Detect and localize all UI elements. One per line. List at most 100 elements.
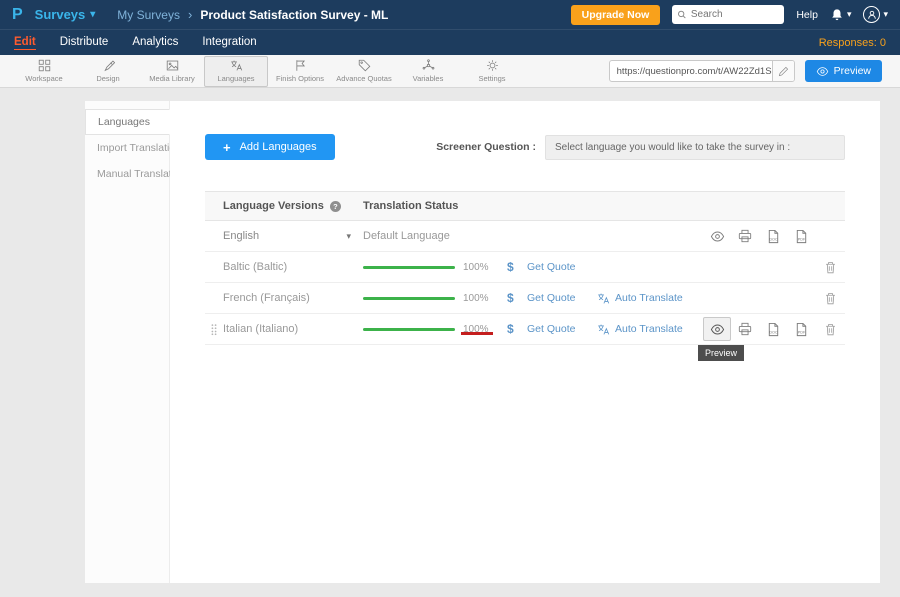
help-link[interactable]: Help [796,9,818,21]
tab-edit[interactable]: Edit [14,36,36,50]
export-doc-button[interactable]: DOC [759,317,787,341]
default-language-select[interactable]: English ▾ [223,230,351,242]
delete-language-button[interactable] [815,292,845,305]
printer-icon [738,229,752,243]
toolbar-item-media-library[interactable]: Media Library [140,56,204,87]
account-menu[interactable]: ▾ [863,6,888,23]
languages-sidebar: Languages Import Translations Manual Tra… [85,101,170,583]
translate-icon [597,323,610,336]
print-language-button[interactable] [731,317,759,341]
toolbar-item-finish-options[interactable]: Finish Options [268,56,332,87]
dollar-icon[interactable]: $ [507,260,514,274]
doc-file-icon: DOC [766,322,781,337]
drag-handle[interactable] [205,323,223,336]
chevron-down-icon: ▾ [883,9,888,20]
breadcrumb-my-surveys[interactable]: My Surveys [117,8,180,22]
svg-text:PDF: PDF [797,237,805,241]
sidebar-item-manual-translations[interactable]: Manual Translations [85,161,169,187]
delete-language-button[interactable] [815,261,845,274]
responses-count[interactable]: Responses: 0 [819,37,886,49]
delete-language-button[interactable] [815,323,845,336]
plus-icon: + [223,140,231,155]
chevron-down-icon: ▾ [346,231,351,242]
languages-panel: + Add Languages Screener Question : Sele… [170,101,880,583]
advance-quotas-icon [358,59,371,72]
print-language-button[interactable] [731,224,759,248]
toolbar-item-languages[interactable]: Languages [204,56,268,87]
person-icon [866,9,878,21]
surveys-menu[interactable]: Surveys ▾ [35,7,96,22]
edit-url-button[interactable] [772,61,794,81]
printer-icon [738,322,752,336]
notifications-button[interactable]: ▾ [830,8,852,22]
toolbar-item-design[interactable]: Design [76,56,140,87]
trash-icon [824,323,837,336]
sidebar-item-import-translations[interactable]: Import Translations [85,135,169,161]
progress-percent: 100% [463,262,489,273]
get-quote-link[interactable]: Get Quote [527,323,575,335]
translation-progress-bar [363,328,455,331]
surveys-menu-label: Surveys [35,7,86,22]
preview-language-button[interactable] [703,224,731,248]
language-name: Baltic (Baltic) [223,261,287,273]
preview-language-button[interactable]: Preview [703,317,731,341]
export-pdf-button[interactable]: PDF [787,224,815,248]
drag-dots-icon [210,323,218,336]
page-title: Product Satisfaction Survey - ML [200,8,388,22]
chevron-down-icon: ▾ [90,9,95,20]
toolbar-item-workspace[interactable]: Workspace [12,56,76,87]
annotation-underline [461,332,493,335]
auto-translate-link[interactable]: Auto Translate [615,292,683,304]
eye-icon [710,322,725,337]
survey-url-box: https://questionpro.com/t/AW22Zd1S1 [609,60,795,82]
eye-icon [816,65,829,78]
top-app-bar: P Surveys ▾ My Surveys › Product Satisfa… [0,0,900,29]
auto-translate-link[interactable]: Auto Translate [615,323,683,335]
media-library-icon [166,59,179,72]
tab-integration[interactable]: Integration [202,36,256,49]
search-icon [677,9,687,20]
screener-question-label: Screener Question : [436,141,536,153]
export-pdf-button[interactable]: PDF [787,317,815,341]
toolbar-item-variables[interactable]: Variables [396,56,460,87]
export-doc-button[interactable]: DOC [759,224,787,248]
language-row-french: French (Français) 100% $ Get Quote Auto … [205,283,845,314]
toolbar-item-settings[interactable]: Settings [460,56,524,87]
get-quote-link[interactable]: Get Quote [527,261,575,273]
col-translation-status: Translation Status [363,200,458,212]
language-row-english: English ▾ Default Language DOC PDF [205,221,845,252]
bell-icon [830,8,844,22]
add-languages-button[interactable]: + Add Languages [205,134,335,160]
dollar-icon[interactable]: $ [507,322,514,336]
table-header: Language Versions ? Translation Status [205,191,845,221]
language-row-italian: Italian (Italiano) 100% $ Get Quote Auto… [205,314,845,345]
upgrade-now-button[interactable]: Upgrade Now [571,5,661,25]
sidebar-item-languages[interactable]: Languages [85,109,170,135]
language-name: Italian (Italiano) [223,323,298,335]
screener-language-select[interactable]: Select language you would like to take t… [545,135,845,160]
pdf-file-icon: PDF [794,229,809,244]
tab-distribute[interactable]: Distribute [60,36,109,49]
trash-icon [824,261,837,274]
languages-table: Language Versions ? Translation Status E… [205,191,845,345]
chevron-down-icon: ▾ [847,9,852,20]
user-avatar [863,6,880,23]
dollar-icon[interactable]: $ [507,291,514,305]
languages-icon [230,59,243,72]
doc-file-icon: DOC [766,229,781,244]
get-quote-link[interactable]: Get Quote [527,292,575,304]
default-language-label: Default Language [363,230,450,242]
translation-progress-bar [363,266,455,269]
variables-icon [422,59,435,72]
search-input[interactable] [691,9,779,20]
questionpro-logo[interactable]: P [12,6,23,24]
svg-text:PDF: PDF [797,330,805,334]
help-icon[interactable]: ? [330,201,341,212]
search-box[interactable] [672,5,784,24]
preview-button[interactable]: Preview [805,60,882,82]
survey-url[interactable]: https://questionpro.com/t/AW22Zd1S1 [610,66,772,77]
trash-icon [824,292,837,305]
svg-text:DOC: DOC [769,237,778,241]
tab-analytics[interactable]: Analytics [132,36,178,49]
toolbar-item-advance-quotas[interactable]: Advance Quotas [332,56,396,87]
